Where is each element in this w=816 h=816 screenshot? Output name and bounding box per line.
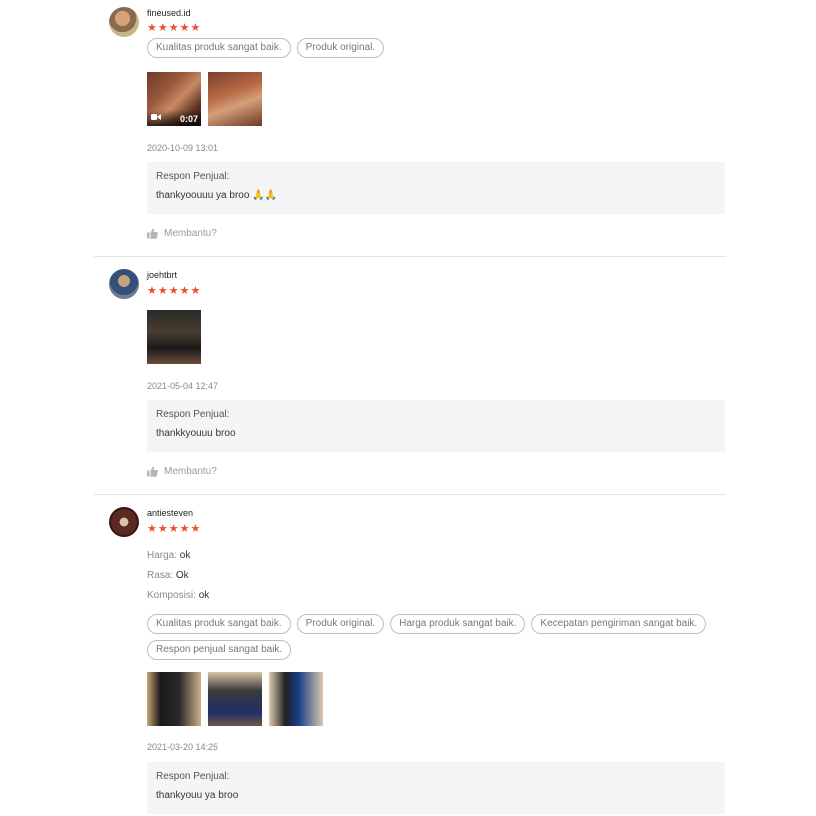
review-media — [147, 310, 201, 364]
seller-response-label: Respon Penjual: — [156, 171, 230, 182]
attribute-key: Harga: — [147, 550, 178, 561]
review-attribute-harga: Harga: ok — [147, 550, 190, 561]
review-timestamp: 2021-05-04 12:47 — [147, 381, 219, 391]
reviewer-username[interactable]: antiesteven — [147, 508, 193, 518]
reviewer-username[interactable]: fineused.id — [147, 8, 191, 18]
avatar[interactable] — [109, 7, 139, 37]
review-tag: Harga produk sangat baik. — [390, 614, 526, 634]
review-image-thumbnail[interactable] — [147, 672, 201, 726]
attribute-value: ok — [179, 550, 191, 561]
review-tags: Kualitas produk sangat baik. Produk orig… — [147, 614, 727, 660]
review-item: fineused.id ★★★★★ Kualitas produk sangat… — [94, 0, 726, 257]
avatar[interactable] — [109, 269, 139, 299]
seller-response-label: Respon Penjual: — [156, 409, 230, 420]
review-item: antiesteven ★★★★★ Harga: ok Rasa: Ok Kom… — [94, 495, 726, 816]
thumbs-up-icon — [147, 466, 158, 477]
review-image-thumbnail[interactable] — [147, 310, 201, 364]
helpful-button[interactable]: Membantu? — [147, 466, 217, 477]
review-media — [147, 672, 323, 726]
star-rating: ★★★★★ — [147, 285, 202, 297]
review-tag: Produk original. — [296, 614, 385, 634]
review-tag: Kualitas produk sangat baik. — [147, 614, 291, 634]
attribute-key: Rasa: — [147, 570, 174, 581]
attribute-key: Komposisi: — [147, 590, 196, 601]
review-tag: Produk original. — [296, 38, 385, 58]
seller-response: Respon Penjual: thankyoouuu ya broo 🙏🙏 — [147, 162, 725, 214]
seller-response: Respon Penjual: thankyouu ya broo — [147, 762, 725, 814]
attribute-value: Ok — [175, 570, 189, 581]
review-media: 0:07 — [147, 72, 262, 126]
review-image-thumbnail[interactable] — [208, 72, 262, 126]
review-image-thumbnail[interactable] — [269, 672, 323, 726]
attribute-value: ok — [198, 590, 210, 601]
helpful-button[interactable]: Membantu? — [147, 228, 217, 239]
star-rating: ★★★★★ — [147, 22, 202, 34]
review-tag: Respon penjual sangat baik. — [147, 640, 292, 660]
review-attribute-komposisi: Komposisi: ok — [147, 590, 209, 601]
seller-response: Respon Penjual: thankkyouuu broo — [147, 400, 725, 452]
helpful-label: Membantu? — [164, 228, 217, 239]
seller-response-label: Respon Penjual: — [156, 771, 230, 782]
review-attribute-rasa: Rasa: Ok — [147, 570, 189, 581]
seller-response-text: thankyoouuu ya broo 🙏🙏 — [156, 190, 278, 201]
star-rating: ★★★★★ — [147, 523, 202, 535]
helpful-label: Membantu? — [164, 466, 217, 477]
review-item: joehtbrt ★★★★★ 2021-05-04 12:47 Respon P… — [94, 257, 726, 495]
thumbs-up-icon — [147, 228, 158, 239]
review-tags: Kualitas produk sangat baik. Produk orig… — [147, 38, 727, 58]
review-tag: Kualitas produk sangat baik. — [147, 38, 291, 58]
review-image-thumbnail[interactable] — [208, 672, 262, 726]
reviewer-username[interactable]: joehtbrt — [147, 270, 177, 280]
video-duration: 0:07 — [179, 114, 198, 124]
seller-response-text: thankkyouuu broo — [156, 428, 236, 439]
avatar[interactable] — [109, 507, 139, 537]
video-camera-icon — [151, 113, 161, 123]
review-timestamp: 2021-03-20 14:25 — [147, 742, 219, 752]
seller-response-text: thankyouu ya broo — [156, 790, 239, 801]
review-timestamp: 2020-10-09 13:01 — [147, 143, 219, 153]
review-tag: Kecepatan pengiriman sangat baik. — [531, 614, 707, 634]
review-video-thumbnail[interactable]: 0:07 — [147, 72, 201, 126]
